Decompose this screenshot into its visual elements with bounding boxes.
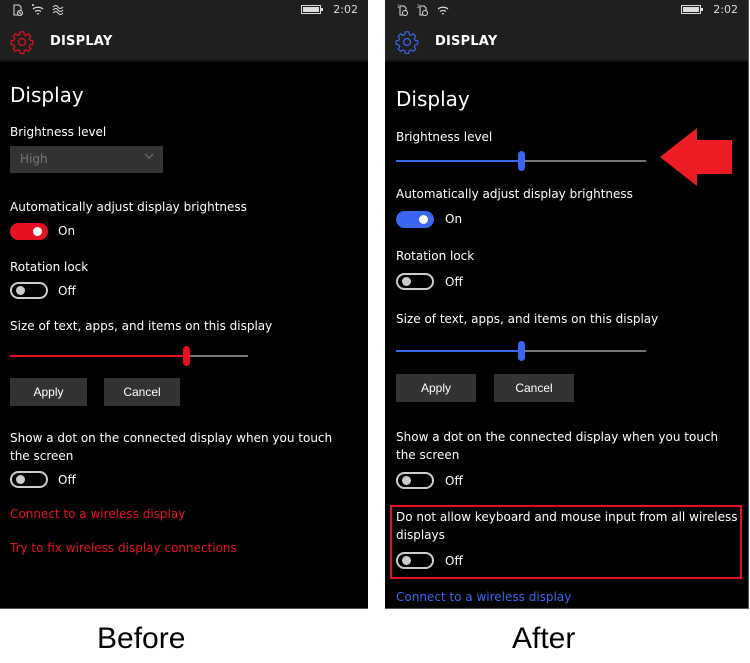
red-arrow-annotation-icon: [660, 128, 732, 186]
wifi-icon: [32, 4, 44, 15]
slider-fill: [10, 355, 187, 357]
apply-button[interactable]: Apply: [396, 374, 476, 402]
clock: 2:02: [713, 3, 738, 16]
brightness-slider[interactable]: [396, 151, 646, 171]
rotation-lock-toggle[interactable]: [10, 282, 48, 299]
touch-dot-state: Off: [58, 473, 76, 487]
chevron-down-icon: [144, 153, 154, 159]
slider-fill: [396, 350, 521, 352]
battery-icon: [681, 5, 704, 14]
brightness-dropdown-value: High: [20, 152, 48, 166]
slider-thumb[interactable]: [518, 151, 525, 171]
status-bar: 1 2 2:02: [385, 0, 748, 22]
sim-no-service-icon: [13, 4, 23, 16]
sim2-no-service-icon: 2: [417, 4, 428, 16]
vibrate-icon: [52, 5, 64, 15]
auto-brightness-label: Automatically adjust display brightness: [396, 187, 633, 201]
cancel-button[interactable]: Cancel: [104, 378, 180, 406]
rotation-lock-state: Off: [58, 284, 76, 298]
touch-dot-toggle[interactable]: [10, 471, 48, 488]
cancel-button[interactable]: Cancel: [494, 374, 574, 402]
gear-icon: [395, 31, 419, 54]
slider-thumb[interactable]: [518, 341, 525, 361]
no-input-state: Off: [445, 554, 463, 568]
auto-brightness-toggle[interactable]: [396, 211, 434, 228]
after-screenshot: 1 2 2:02 DISPLAY Display Brightness leve…: [385, 0, 749, 609]
rotation-lock-toggle[interactable]: [396, 273, 434, 290]
auto-brightness-label: Automatically adjust display brightness: [10, 200, 247, 214]
rotation-lock-label: Rotation lock: [10, 260, 89, 274]
page-title: Display: [10, 83, 84, 107]
brightness-dropdown[interactable]: High: [10, 146, 163, 173]
page-title: Display: [396, 87, 470, 111]
no-input-label: Do not allow keyboard and mouse input fr…: [396, 510, 738, 542]
rotation-lock-state: Off: [445, 275, 463, 289]
auto-brightness-state: On: [445, 212, 463, 226]
connect-wireless-link[interactable]: Connect to a wireless display: [396, 590, 571, 604]
auto-brightness-state: On: [58, 224, 76, 238]
rotation-lock-label: Rotation lock: [396, 249, 475, 263]
text-size-slider[interactable]: [396, 341, 646, 361]
header-title: DISPLAY: [50, 34, 113, 49]
wifi-icon: [437, 6, 449, 15]
connect-wireless-link[interactable]: Connect to a wireless display: [10, 507, 185, 521]
text-size-slider[interactable]: [10, 346, 248, 366]
touch-dot-label: Show a dot on the connected display when…: [10, 431, 333, 463]
charging-battery-icon: [301, 5, 324, 14]
slider-fill: [396, 160, 521, 162]
clock: 2:02: [333, 3, 358, 16]
sim1-no-service-icon: 1: [397, 4, 408, 16]
after-caption: After: [512, 622, 576, 655]
brightness-label: Brightness level: [396, 130, 493, 144]
auto-brightness-toggle[interactable]: [10, 223, 48, 240]
touch-dot-state: Off: [445, 474, 463, 488]
no-input-toggle[interactable]: [396, 552, 434, 569]
app-header: DISPLAY: [385, 22, 748, 62]
before-screenshot: 2:02 DISPLAY Display Brightness level Hi…: [0, 0, 368, 609]
gear-icon: [10, 31, 34, 54]
fix-wireless-link[interactable]: Try to fix wireless display connections: [10, 541, 237, 555]
header-title: DISPLAY: [435, 34, 498, 49]
apply-button[interactable]: Apply: [10, 378, 87, 406]
slider-thumb[interactable]: [183, 346, 191, 366]
touch-dot-label: Show a dot on the connected display when…: [396, 430, 719, 462]
text-size-label: Size of text, apps, and items on this di…: [396, 312, 659, 326]
text-size-label: Size of text, apps, and items on this di…: [10, 319, 273, 333]
app-header: DISPLAY: [0, 22, 368, 62]
before-caption: Before: [97, 622, 186, 655]
brightness-label: Brightness level: [10, 125, 107, 139]
status-bar: 2:02: [0, 0, 368, 22]
touch-dot-toggle[interactable]: [396, 472, 434, 489]
